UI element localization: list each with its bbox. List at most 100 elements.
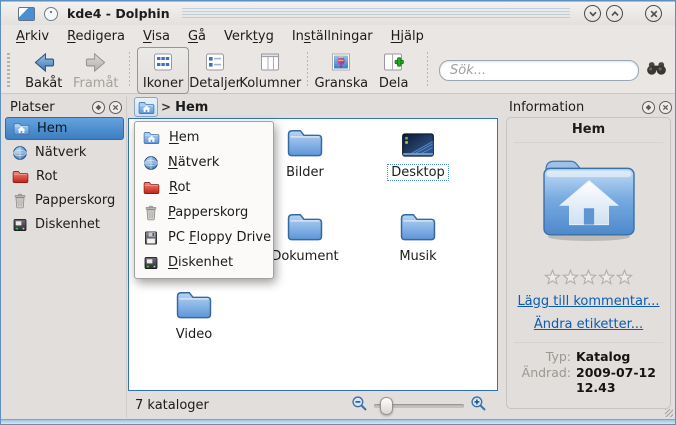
minimize-button[interactable] <box>584 5 601 22</box>
view-icons-button[interactable]: Ikoner <box>137 47 189 94</box>
float-panel-button[interactable] <box>92 101 105 114</box>
place-label: Diskenhet <box>35 217 100 232</box>
menu-item-label: Hem <box>169 130 199 145</box>
preview-button[interactable]: Granska <box>315 47 368 94</box>
rating-stars <box>507 269 670 286</box>
toolbar-separator <box>129 52 130 88</box>
properties: Typ: Katalog Ändrad: 2009-07-12 12.43 <box>507 349 670 395</box>
menu-ga[interactable]: Gå <box>179 27 215 46</box>
details-view-label: Detaljer <box>189 76 241 91</box>
menu-hjalp[interactable]: Hjälp <box>382 27 433 46</box>
folder-icon <box>286 210 324 242</box>
zoom-out-button[interactable] <box>351 395 368 416</box>
divider <box>514 142 663 143</box>
icons-view-icon <box>152 51 174 74</box>
zoom-in-button[interactable] <box>470 395 487 416</box>
star-icon[interactable] <box>580 269 597 286</box>
place-item-papperskorg[interactable]: Papperskorg <box>5 189 124 212</box>
star-icon[interactable] <box>562 269 579 286</box>
menu-item-natverk[interactable]: Nätverk <box>135 150 273 175</box>
drive-icon <box>143 255 159 271</box>
close-panel-button[interactable] <box>659 101 672 114</box>
trash-icon <box>143 205 159 221</box>
view-columns-button[interactable]: Kolumner <box>241 47 299 94</box>
globe-icon <box>12 145 28 161</box>
resize-grip[interactable] <box>665 409 673 417</box>
folder-icon <box>286 126 324 158</box>
folder-item-desktop[interactable]: Desktop <box>377 124 459 181</box>
chevron-up-icon <box>610 9 620 19</box>
breadcrumb-current[interactable]: Hem <box>175 100 208 115</box>
toolbar-separator <box>427 52 428 88</box>
search-input[interactable] <box>439 60 639 81</box>
place-label: Hem <box>37 121 67 136</box>
split-view-icon <box>382 51 406 74</box>
folder-item-video[interactable]: Video <box>153 286 235 343</box>
forward-arrow-icon <box>84 51 108 74</box>
titlebar: kde4 - Dolphin <box>1 1 675 25</box>
menubar: Arkiv Redigera Visa Gå Verktyg Inställni… <box>1 25 675 47</box>
menu-item-label: Papperskorg <box>168 205 248 220</box>
places-popup-menu: Hem Nätverk Rot Papperskorg PC Floppy Dr… <box>134 121 274 279</box>
type-label: Typ: <box>509 349 571 364</box>
menu-installningar[interactable]: Inställningar <box>283 27 382 46</box>
star-icon[interactable] <box>598 269 615 286</box>
globe-icon <box>143 155 159 171</box>
zoom-slider[interactable] <box>374 404 464 408</box>
forward-button[interactable]: Framåt <box>70 47 122 94</box>
place-item-hem[interactable]: Hem <box>5 117 124 140</box>
menu-item-pc-floppy-drive[interactable]: PC Floppy Drive <box>135 225 273 250</box>
folder-icon <box>175 288 213 320</box>
dolphin-window: kde4 - Dolphin Arkiv Redigera Visa Gå Ve… <box>0 0 676 425</box>
floppy-icon <box>143 230 159 246</box>
menu-arkiv[interactable]: Arkiv <box>7 27 58 46</box>
back-button[interactable]: Bakåt <box>18 47 70 94</box>
icons-view-label: Ikoner <box>143 76 183 91</box>
place-label: Rot <box>36 169 58 184</box>
menu-item-rot[interactable]: Rot <box>135 175 273 200</box>
toolbar-separator <box>307 52 308 88</box>
columns-view-icon <box>259 51 281 74</box>
breadcrumb-home-button[interactable] <box>134 97 158 117</box>
info-item-name: Hem <box>507 122 670 137</box>
menu-redigera[interactable]: Redigera <box>58 27 134 46</box>
close-panel-button[interactable] <box>109 101 122 114</box>
forward-label: Framåt <box>73 76 119 91</box>
menu-item-label: Nätverk <box>168 155 219 170</box>
change-tags-link[interactable]: Ändra etiketter... <box>507 317 670 332</box>
type-value: Katalog <box>576 349 668 364</box>
close-icon <box>649 9 659 19</box>
folder-label: Video <box>172 326 216 343</box>
menu-visa[interactable]: Visa <box>134 27 179 46</box>
place-item-natverk[interactable]: Nätverk <box>5 141 124 164</box>
place-item-diskenhet[interactable]: Diskenhet <box>5 213 124 236</box>
close-button[interactable] <box>645 5 662 22</box>
menu-verktyg[interactable]: Verktyg <box>215 27 283 46</box>
folder-item-bilder[interactable]: Bilder <box>264 124 346 181</box>
folder-item-musik[interactable]: Musik <box>377 208 459 265</box>
app-icon <box>18 7 35 21</box>
view-details-button[interactable]: Detaljer <box>189 47 241 94</box>
add-comment-link[interactable]: Lägg till kommentar... <box>507 294 670 309</box>
menu-item-hem[interactable]: Hem <box>135 125 273 150</box>
home-folder-icon <box>13 121 30 136</box>
binoculars-icon[interactable] <box>646 60 667 80</box>
window-title: kde4 - Dolphin <box>67 6 170 21</box>
statusbar: 7 kataloger <box>128 392 501 419</box>
split-button[interactable]: Dela <box>368 47 420 94</box>
menu-item-papperskorg[interactable]: Papperskorg <box>135 200 273 225</box>
red-folder-icon <box>143 180 160 195</box>
folder-item-dokument[interactable]: Dokument <box>264 208 346 265</box>
menu-item-diskenhet[interactable]: Diskenhet <box>135 250 273 275</box>
zoom-slider-handle[interactable] <box>380 397 393 415</box>
preview-icon <box>330 51 352 74</box>
maximize-button[interactable] <box>606 5 623 22</box>
window-bottom-border <box>1 419 675 424</box>
float-panel-button[interactable] <box>642 101 655 114</box>
star-icon[interactable] <box>616 269 633 286</box>
window-menu-button[interactable] <box>44 7 58 21</box>
place-item-rot[interactable]: Rot <box>5 165 124 188</box>
star-icon[interactable] <box>544 269 561 286</box>
toolbar-handle[interactable] <box>7 53 10 87</box>
breadcrumb: > Hem <box>128 96 501 118</box>
